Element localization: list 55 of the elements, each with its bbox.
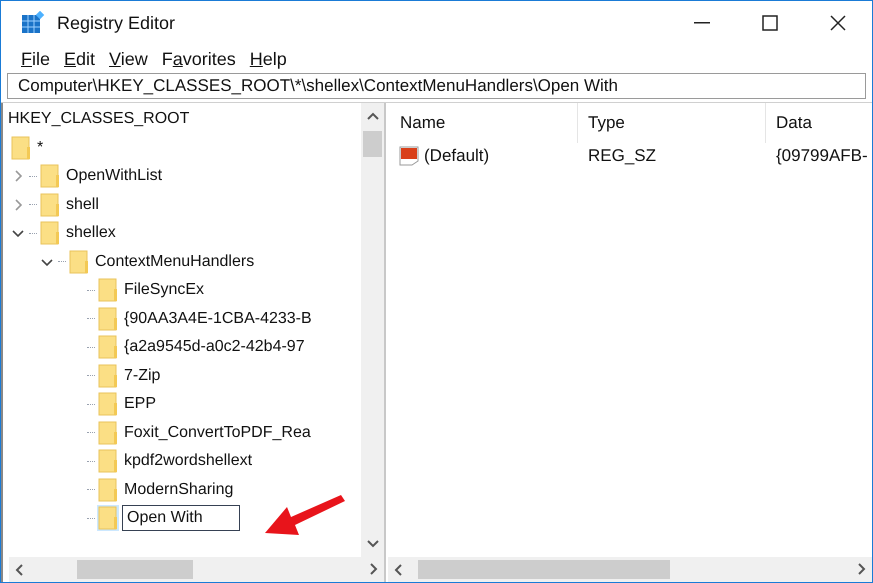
tree-item[interactable]: shell <box>64 192 101 217</box>
tree-item[interactable]: {90AA3A4E-1CBA-4233-B <box>122 306 314 331</box>
tree-item[interactable]: * <box>35 136 46 160</box>
folder-icon <box>39 220 61 246</box>
menu-item[interactable]: View <box>103 46 154 72</box>
vertical-scrollbar[interactable] <box>361 103 384 557</box>
address-bar[interactable]: Computer\HKEY_CLASSES_ROOT\*\shellex\ContextMenuHandlers\Open With <box>7 73 866 99</box>
folder-icon <box>97 505 119 532</box>
folder-icon <box>39 192 61 218</box>
scrollbar-thumb[interactable] <box>77 560 193 579</box>
rename-field[interactable]: Open With <box>122 505 240 532</box>
value-data: {09799AFB- <box>775 145 868 168</box>
menu-item[interactable]: Edit <box>58 46 102 72</box>
column-header[interactable]: Data <box>766 103 872 143</box>
value-type: REG_SZ <box>587 145 658 168</box>
folder-icon <box>97 391 119 418</box>
folder-icon <box>97 448 119 474</box>
folder-icon <box>68 248 90 275</box>
minimize-icon <box>694 22 710 24</box>
menu-item[interactable]: File <box>15 46 56 72</box>
folder-icon <box>97 420 119 446</box>
tree-item[interactable]: OpenWithList <box>64 164 164 188</box>
column-header[interactable]: Type <box>578 103 766 143</box>
folder-icon <box>97 306 119 332</box>
scrollbar-thumb[interactable] <box>418 560 670 579</box>
horizontal-scrollbar[interactable] <box>9 557 384 582</box>
maximize-icon <box>762 15 778 31</box>
tree-item[interactable]: shellex <box>64 221 118 246</box>
scroll-down-icon[interactable] <box>366 539 378 549</box>
folder-icon <box>10 134 32 161</box>
column-header[interactable]: Name <box>388 103 578 143</box>
scroll-up-icon[interactable] <box>366 111 378 121</box>
folder-icon <box>97 362 119 389</box>
horizontal-scrollbar[interactable] <box>388 557 872 582</box>
tree-item[interactable]: HKEY_CLASSES_ROOT <box>9 107 192 132</box>
value-name[interactable]: (Default) <box>424 143 490 169</box>
tree-item[interactable]: {a2a9545d-a0c2-42b4-97 <box>122 335 307 360</box>
window-title: Registry Editor <box>57 12 176 35</box>
folder-icon <box>97 334 119 360</box>
tree-item[interactable]: ModernSharing <box>122 478 236 502</box>
tree-item[interactable]: kpdf2wordshellext <box>122 449 254 474</box>
menu-item[interactable]: Favorites <box>156 46 242 72</box>
tree-item[interactable]: Foxit_ConvertToPDF_Rea <box>122 420 313 445</box>
tree-item[interactable]: 7-Zip <box>122 364 162 388</box>
folder-icon <box>97 476 119 503</box>
menu-item[interactable]: Help <box>244 46 293 72</box>
tree-item[interactable]: FileSyncEx <box>122 278 206 302</box>
tree-item[interactable]: ContextMenuHandlers <box>93 250 256 274</box>
folder-icon <box>97 277 119 304</box>
string-value-icon <box>398 145 420 167</box>
folder-icon <box>39 163 61 190</box>
tree-item[interactable]: EPP <box>122 392 158 416</box>
close-icon <box>830 15 846 31</box>
registry-app-icon <box>21 11 45 35</box>
scrollbar-thumb[interactable] <box>363 131 382 157</box>
